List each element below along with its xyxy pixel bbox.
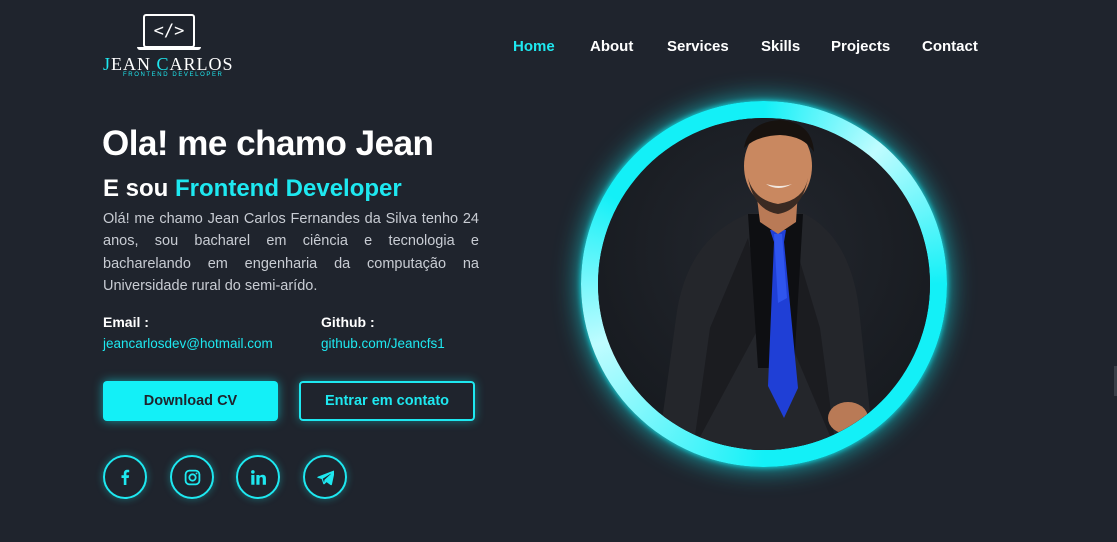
facebook-icon xyxy=(121,469,130,485)
hero-subtitle-prefix: E sou xyxy=(103,175,176,202)
github-label: Github : xyxy=(321,314,375,330)
hero-description: Olá! me chamo Jean Carlos Fernandes da S… xyxy=(103,211,479,294)
instagram-icon xyxy=(184,469,200,485)
linkedin-link[interactable] xyxy=(236,455,280,499)
hero-subtitle: E sou Frontend Developer xyxy=(103,175,402,203)
linkedin-icon xyxy=(250,469,266,485)
nav-contact[interactable]: Contact xyxy=(922,38,978,55)
portrait-ring xyxy=(581,101,947,467)
telegram-icon xyxy=(316,470,334,485)
download-cv-button[interactable]: Download CV xyxy=(103,381,278,421)
logo-subtitle: FRONTEND DEVELOPER xyxy=(123,72,224,78)
email-label: Email : xyxy=(103,314,149,330)
person-portrait-illustration xyxy=(598,118,930,450)
hero-title: Ola! me chamo Jean xyxy=(102,124,434,163)
instagram-link[interactable] xyxy=(170,455,214,499)
telegram-link[interactable] xyxy=(303,455,347,499)
nav-services[interactable]: Services xyxy=(667,38,729,55)
github-link[interactable]: github.com/Jeancfs1 xyxy=(321,336,445,351)
profile-photo xyxy=(598,118,930,450)
site-header: </> JEAN CARLOS FRONTEND DEVELOPER Home … xyxy=(0,0,1117,92)
nav-projects[interactable]: Projects xyxy=(831,38,890,55)
nav-about[interactable]: About xyxy=(590,38,633,55)
main-nav: Home About Services Skills Projects Cont… xyxy=(0,38,1117,58)
contact-button[interactable]: Entrar em contato xyxy=(299,381,475,421)
nav-skills[interactable]: Skills xyxy=(761,38,800,55)
facebook-link[interactable] xyxy=(103,455,147,499)
nav-home[interactable]: Home xyxy=(513,38,555,55)
email-link[interactable]: jeancarlosdev@hotmail.com xyxy=(103,336,273,351)
hero-role: Frontend Developer xyxy=(175,175,402,202)
